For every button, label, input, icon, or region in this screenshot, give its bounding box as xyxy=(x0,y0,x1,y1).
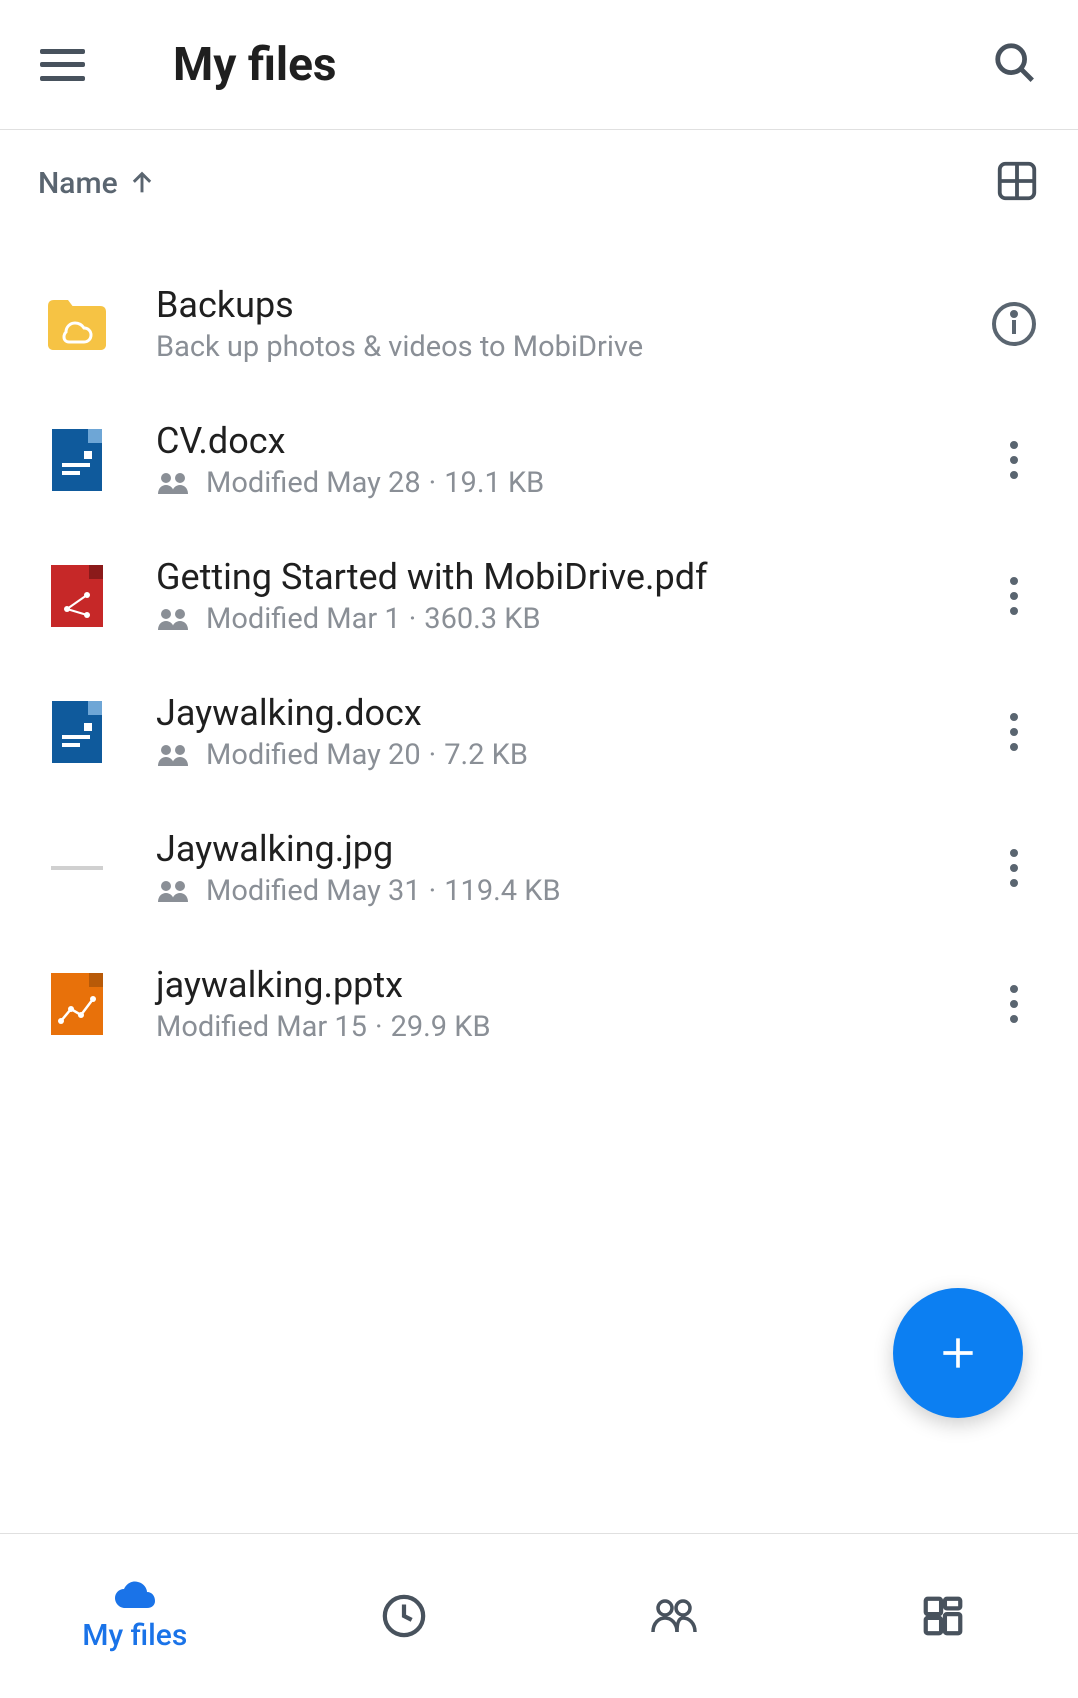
search-icon[interactable] xyxy=(992,40,1038,90)
file-name: CV.docx xyxy=(156,420,990,462)
folder-cloud-icon xyxy=(44,291,110,357)
file-info: CV.docx Modified May 28 · 19.1 KB xyxy=(156,420,990,500)
file-name: Jaywalking.jpg xyxy=(156,828,990,870)
plus-icon xyxy=(936,1331,980,1375)
add-button[interactable] xyxy=(893,1288,1023,1418)
file-meta: Modified Mar 1 · 360.3 KB xyxy=(156,602,990,636)
bottom-nav: My files xyxy=(0,1533,1078,1698)
file-modified: Modified May 28 xyxy=(206,466,421,500)
file-meta: Modified May 31 · 119.4 KB xyxy=(156,874,990,908)
file-size: 29.9 KB xyxy=(391,1010,491,1044)
file-modified: Modified Mar 1 xyxy=(206,602,401,636)
nav-label: My files xyxy=(82,1618,187,1653)
file-item-jaywalking-jpg[interactable]: Jaywalking.jpg Modified May 31 · 119.4 K… xyxy=(0,800,1078,936)
nav-shared[interactable] xyxy=(539,1534,809,1698)
file-modified: Modified May 31 xyxy=(206,874,421,908)
nav-my-files[interactable]: My files xyxy=(0,1534,270,1698)
file-modified: Modified May 20 xyxy=(206,738,421,772)
more-icon[interactable] xyxy=(990,713,1038,751)
nav-apps[interactable] xyxy=(809,1534,1078,1698)
nav-recent[interactable] xyxy=(270,1534,540,1698)
file-meta: Modified Mar 15 · 29.9 KB xyxy=(156,1010,990,1044)
shared-icon xyxy=(156,878,192,904)
file-item-backups[interactable]: Backups Back up photos & videos to MobiD… xyxy=(0,256,1078,392)
apps-icon xyxy=(920,1593,966,1639)
docx-icon xyxy=(44,427,110,493)
file-item-jaywalking-pptx[interactable]: jaywalking.pptx Modified Mar 15 · 29.9 K… xyxy=(0,936,1078,1072)
image-icon xyxy=(44,835,110,901)
page-title: My files xyxy=(173,38,337,92)
people-icon xyxy=(649,1596,699,1636)
grid-view-icon[interactable] xyxy=(994,158,1040,208)
file-meta: Modified May 20 · 7.2 KB xyxy=(156,738,990,772)
shared-icon xyxy=(156,742,192,768)
file-name: Jaywalking.docx xyxy=(156,692,990,734)
file-modified: Modified Mar 15 xyxy=(156,1010,367,1044)
file-item-cv[interactable]: CV.docx Modified May 28 · 19.1 KB xyxy=(0,392,1078,528)
docx-icon xyxy=(44,699,110,765)
file-info: Jaywalking.jpg Modified May 31 · 119.4 K… xyxy=(156,828,990,908)
shared-icon xyxy=(156,470,192,496)
sort-asc-icon xyxy=(128,169,156,197)
shared-icon xyxy=(156,606,192,632)
pptx-icon xyxy=(44,971,110,1037)
cloud-icon xyxy=(111,1580,159,1612)
file-item-jaywalking-docx[interactable]: Jaywalking.docx Modified May 20 · 7.2 KB xyxy=(0,664,1078,800)
file-subtitle: Back up photos & videos to MobiDrive xyxy=(156,330,990,364)
more-icon[interactable] xyxy=(990,985,1038,1023)
more-icon[interactable] xyxy=(990,577,1038,615)
file-info: Jaywalking.docx Modified May 20 · 7.2 KB xyxy=(156,692,990,772)
file-meta: Modified May 28 · 19.1 KB xyxy=(156,466,990,500)
sort-label-text: Name xyxy=(38,166,118,201)
file-info: jaywalking.pptx Modified Mar 15 · 29.9 K… xyxy=(156,964,990,1044)
file-name: Backups xyxy=(156,284,990,326)
file-item-getting-started[interactable]: Getting Started with MobiDrive.pdf Modif… xyxy=(0,528,1078,664)
file-size: 7.2 KB xyxy=(444,738,528,772)
clock-icon xyxy=(381,1593,427,1639)
file-size: 119.4 KB xyxy=(444,874,560,908)
sort-bar: Name xyxy=(0,130,1078,226)
app-header: My files xyxy=(0,0,1078,130)
file-name: Getting Started with MobiDrive.pdf xyxy=(156,556,990,598)
menu-icon[interactable] xyxy=(40,49,85,81)
pdf-icon xyxy=(44,563,110,629)
info-icon[interactable] xyxy=(990,300,1038,348)
file-size: 360.3 KB xyxy=(424,602,540,636)
more-icon[interactable] xyxy=(990,441,1038,479)
sort-by-name[interactable]: Name xyxy=(38,166,156,201)
file-info: Backups Back up photos & videos to MobiD… xyxy=(156,284,990,364)
file-name: jaywalking.pptx xyxy=(156,964,990,1006)
file-list: Backups Back up photos & videos to MobiD… xyxy=(0,226,1078,1072)
file-size: 19.1 KB xyxy=(444,466,544,500)
file-info: Getting Started with MobiDrive.pdf Modif… xyxy=(156,556,990,636)
more-icon[interactable] xyxy=(990,849,1038,887)
